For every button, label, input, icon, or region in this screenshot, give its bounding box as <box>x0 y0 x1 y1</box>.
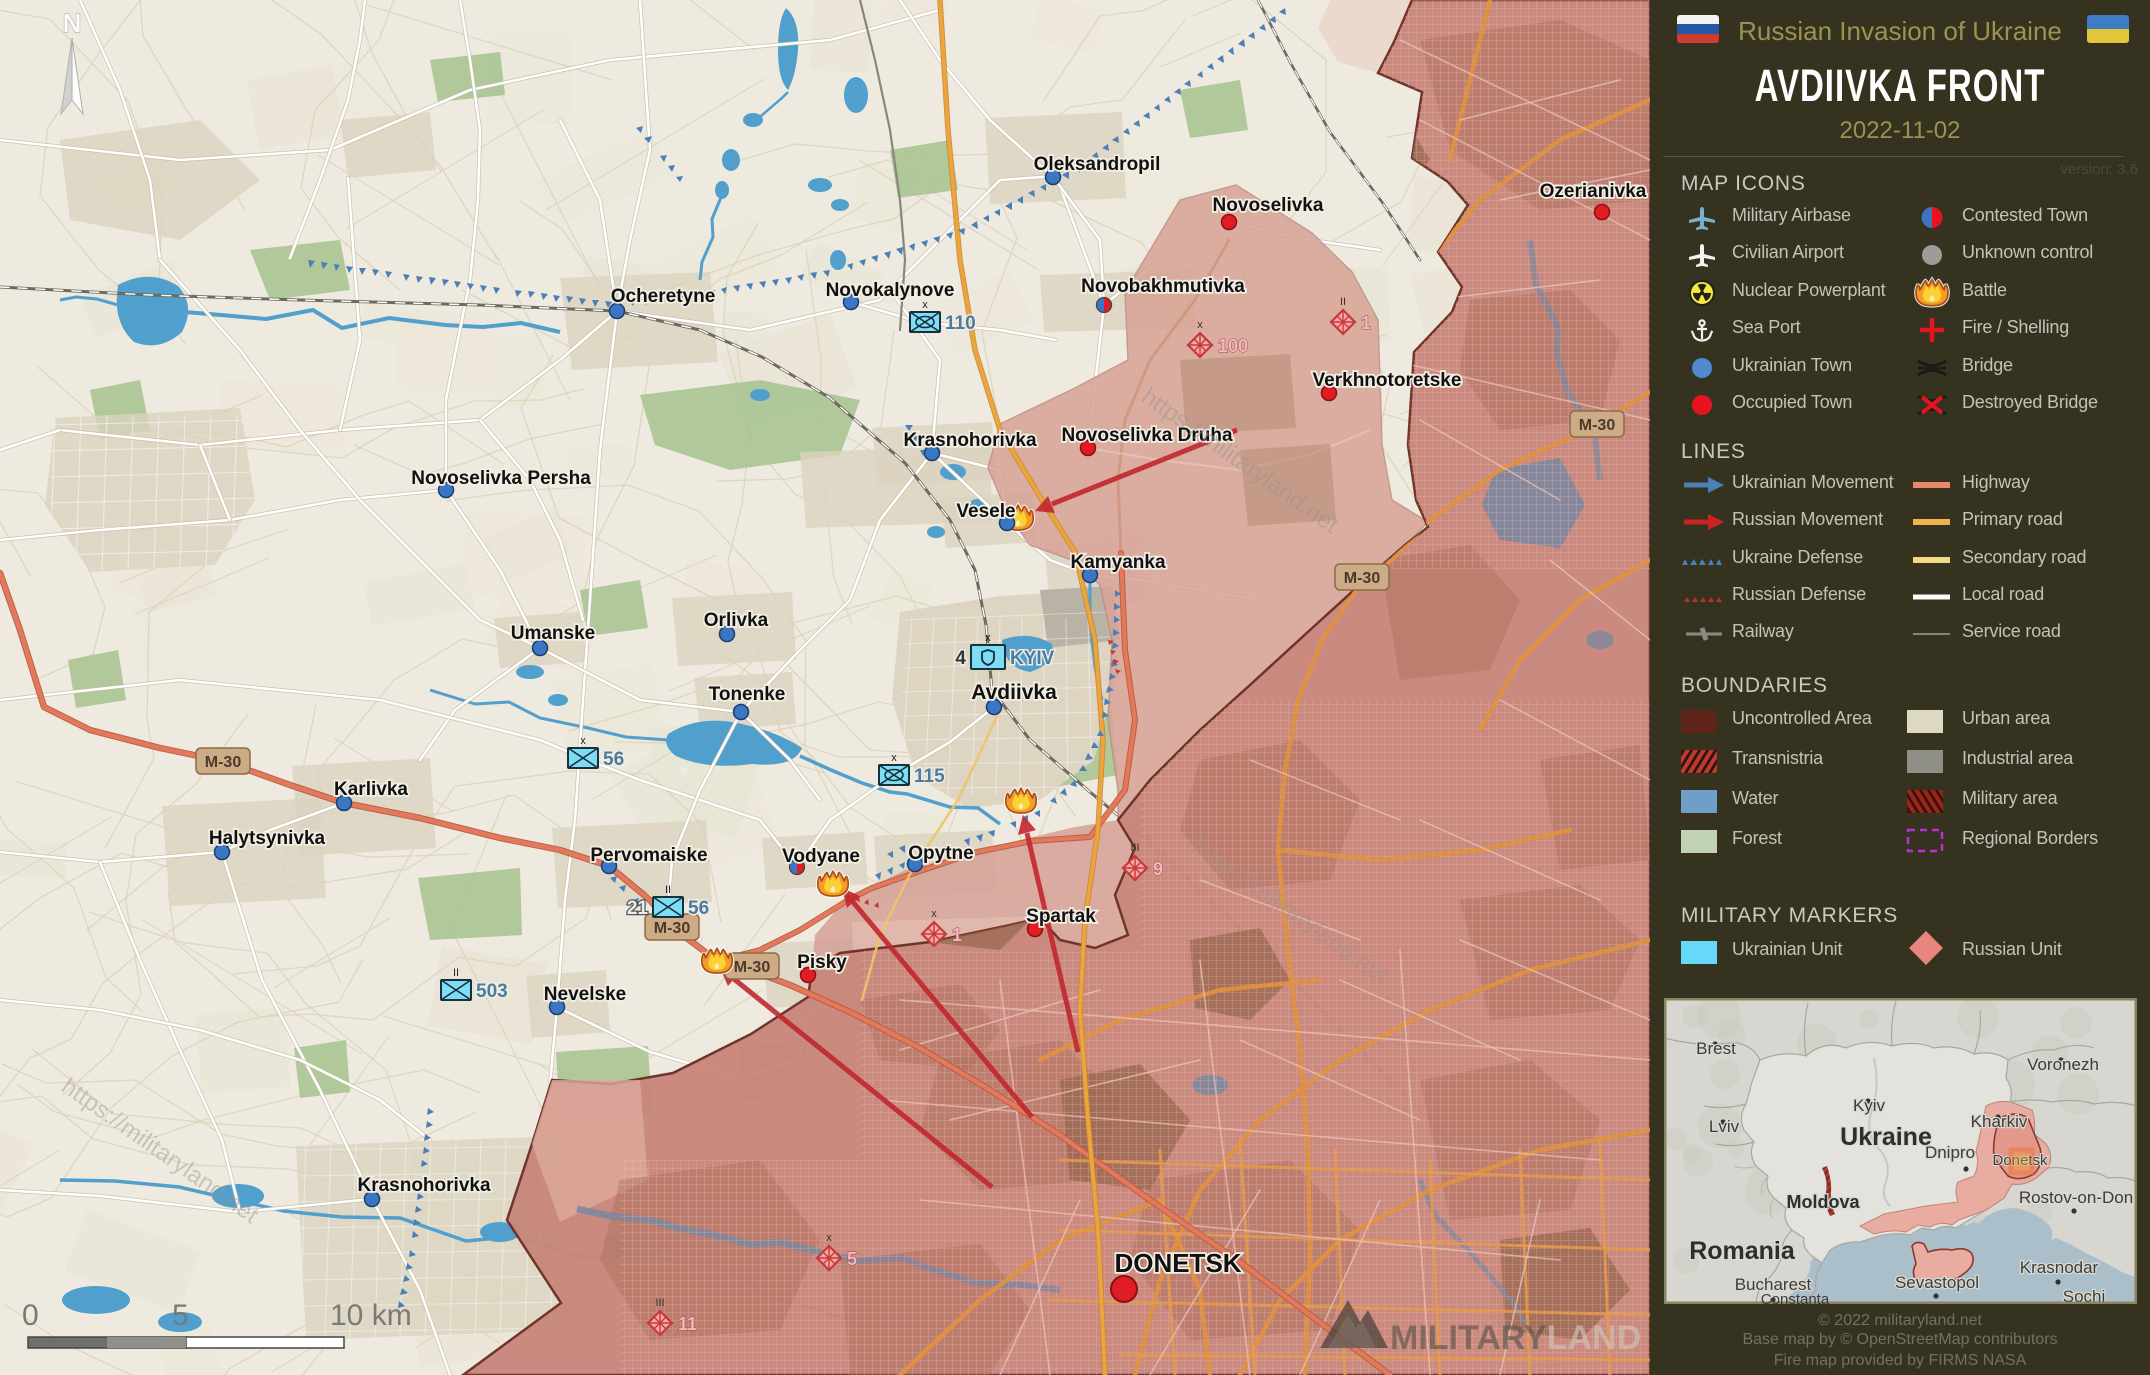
svg-text:0: 0 <box>22 1299 39 1332</box>
svg-text:M-30: M-30 <box>734 959 771 976</box>
svg-text:Moldova: Moldova <box>1786 1192 1860 1212</box>
svg-text:5: 5 <box>172 1299 189 1332</box>
svg-text:Karlivka: Karlivka <box>334 779 408 800</box>
svg-text:x: x <box>931 908 937 920</box>
svg-text:115: 115 <box>914 766 945 787</box>
svg-text:Spartak: Spartak <box>1026 906 1096 927</box>
svg-text:x: x <box>891 752 897 764</box>
svg-text:II: II <box>453 967 459 979</box>
svg-text:Novobakhmutivka: Novobakhmutivka <box>1081 276 1245 297</box>
svg-text:Novoselivka: Novoselivka <box>1213 195 1324 216</box>
svg-text:II: II <box>665 884 671 896</box>
svg-text:x: x <box>985 632 991 644</box>
svg-text:M-30: M-30 <box>1579 417 1616 434</box>
svg-text:Ozerianivka: Ozerianivka <box>1540 181 1647 202</box>
svg-text:III: III <box>655 1297 664 1309</box>
svg-text:110: 110 <box>945 313 976 334</box>
svg-text:Vesele: Vesele <box>956 501 1015 522</box>
svg-text:Verkhnotoretske: Verkhnotoretske <box>1313 370 1462 391</box>
svg-text:Ocheretyne: Ocheretyne <box>611 286 716 307</box>
svg-text:Kyiv: Kyiv <box>1853 1096 1886 1115</box>
svg-text:N: N <box>63 8 82 38</box>
svg-text:Novokalynove: Novokalynove <box>826 280 955 301</box>
svg-text:Lviv: Lviv <box>1709 1117 1740 1136</box>
svg-text:M-30: M-30 <box>1344 570 1381 587</box>
svg-text:x: x <box>580 735 586 747</box>
svg-text:9: 9 <box>1153 859 1163 879</box>
svg-text:M-30: M-30 <box>205 754 242 771</box>
svg-text:Ukraine: Ukraine <box>1840 1123 1932 1151</box>
svg-text:Orlivka: Orlivka <box>704 610 769 631</box>
svg-text:Avdiivka: Avdiivka <box>971 681 1057 704</box>
svg-text:Vodyane: Vodyane <box>782 846 860 867</box>
svg-text:Pisky: Pisky <box>797 952 847 973</box>
svg-text:56: 56 <box>688 898 709 919</box>
svg-text:503: 503 <box>476 981 508 1002</box>
svg-text:Voronezh: Voronezh <box>2027 1055 2099 1074</box>
svg-text:x: x <box>826 1232 832 1244</box>
svg-text:10 km: 10 km <box>330 1299 412 1332</box>
svg-text:Tonenke: Tonenke <box>709 684 786 705</box>
svg-text:KYIV: KYIV <box>1010 648 1055 669</box>
svg-text:5: 5 <box>847 1249 857 1269</box>
svg-text:21: 21 <box>627 898 649 919</box>
svg-text:4: 4 <box>955 648 966 669</box>
svg-text:Umanske: Umanske <box>511 623 596 644</box>
svg-text:Novoselivka Persha: Novoselivka Persha <box>411 468 591 489</box>
svg-text:x: x <box>1197 319 1203 331</box>
svg-text:Constanta: Constanta <box>1761 1291 1830 1304</box>
svg-text:M-30: M-30 <box>654 920 691 937</box>
svg-text:III: III <box>1130 842 1139 854</box>
svg-text:Krasnohorivka: Krasnohorivka <box>903 430 1036 451</box>
svg-text:Halytsynivka: Halytsynivka <box>209 828 326 849</box>
svg-text:Sevastopol: Sevastopol <box>1895 1273 1979 1292</box>
svg-text:II: II <box>1340 296 1346 308</box>
svg-text:Krasnohorivka: Krasnohorivka <box>357 1175 490 1196</box>
svg-text:1: 1 <box>1361 313 1371 333</box>
svg-text:x: x <box>922 299 928 311</box>
svg-text:Opytne: Opytne <box>908 843 973 864</box>
svg-text:100: 100 <box>1218 336 1248 356</box>
svg-text:Pervomaiske: Pervomaiske <box>590 845 707 866</box>
svg-text:Oleksandropil: Oleksandropil <box>1034 154 1161 175</box>
svg-text:DONETSK: DONETSK <box>1114 1248 1241 1278</box>
svg-text:Dnipro: Dnipro <box>1925 1143 1975 1162</box>
svg-text:Sochi: Sochi <box>2063 1287 2106 1304</box>
svg-text:Krasnodar: Krasnodar <box>2020 1258 2099 1277</box>
svg-text:MILITARYLAND: MILITARYLAND <box>1390 1319 1641 1357</box>
svg-text:Romania: Romania <box>1689 1237 1796 1265</box>
svg-text:Brest: Brest <box>1696 1039 1736 1058</box>
svg-text:Kharkiv: Kharkiv <box>1971 1112 2028 1131</box>
svg-text:11: 11 <box>678 1314 697 1334</box>
svg-text:Nevelske: Nevelske <box>544 984 626 1005</box>
svg-text:Kamyanka: Kamyanka <box>1070 552 1165 573</box>
svg-text:1: 1 <box>952 925 962 945</box>
svg-text:56: 56 <box>603 749 624 770</box>
svg-text:Rostov-on-Don: Rostov-on-Don <box>2019 1188 2133 1207</box>
